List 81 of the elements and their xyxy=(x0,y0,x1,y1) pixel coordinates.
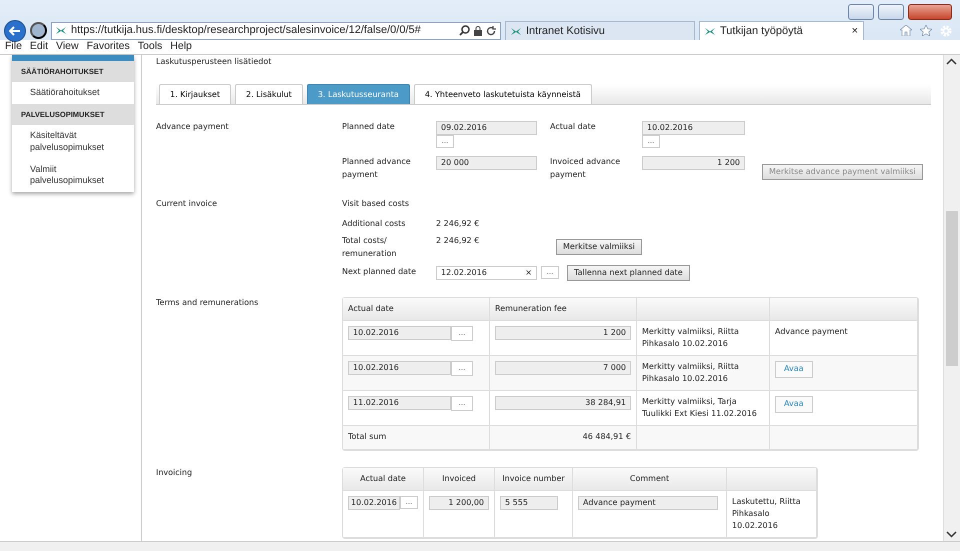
total-label: Total sum xyxy=(343,426,490,450)
input-field[interactable]: 09.02.2016 xyxy=(436,121,537,135)
section-label: Invoicing xyxy=(156,466,194,479)
star-icon[interactable] xyxy=(920,24,932,36)
column-header: Actual date xyxy=(343,298,490,321)
date-field[interactable]: 12.02.2016 × xyxy=(436,266,537,280)
mark-done-button: Merkitse advance payment valmiiksi xyxy=(762,164,923,180)
status-text: Merkitty valmiiksi, Riitta Pihkasalo 10.02.2016 xyxy=(637,356,770,391)
forward-button[interactable] xyxy=(30,22,47,39)
page-tab[interactable]: 1. Kirjaukset xyxy=(159,84,231,104)
url-text: https://tutkija.hus.fi/desktop/researchproject/salesinvoice/12/false/0/0/5# xyxy=(71,23,422,38)
page-tab[interactable]: 4. Yhteenveto laskutetuista käynneistä xyxy=(414,84,592,104)
close-button[interactable] xyxy=(908,4,952,20)
site-logo-icon xyxy=(56,26,67,35)
field-label: Planned advance payment xyxy=(342,156,412,181)
clear-button[interactable]: × xyxy=(525,266,532,279)
menu-item[interactable]: File xyxy=(0,39,25,55)
sidebar-item[interactable]: Valmiit palvelusopimukset xyxy=(12,158,134,192)
back-button[interactable] xyxy=(4,20,26,42)
field-label: Additional costs xyxy=(342,218,406,230)
input-field[interactable]: Advance payment xyxy=(578,496,718,510)
tab-title: Tutkijan työpöytä xyxy=(720,24,804,39)
input-field[interactable]: 1 200 xyxy=(495,326,631,340)
column-header: Invoice number xyxy=(495,468,573,491)
home-icon[interactable] xyxy=(900,24,912,36)
amount-text: 2 246,92 € xyxy=(436,218,480,230)
tab-title: Intranet Kotisivu xyxy=(526,24,606,39)
sidebar-item[interactable]: Säätiörahoitukset xyxy=(12,82,134,104)
column-header: Actual date xyxy=(343,468,424,491)
input-field[interactable]: 10.02.2016 xyxy=(642,121,745,135)
mark-done-button[interactable]: Merkitse valmiiksi xyxy=(556,239,642,256)
input-field[interactable]: 20 000 xyxy=(436,156,537,170)
field-label: Total costs/ remuneration xyxy=(342,235,398,260)
field-label: Visit based costs xyxy=(342,198,410,210)
save-date-button[interactable]: Tallenna next planned date xyxy=(567,264,690,281)
section-label: Advance payment xyxy=(156,121,230,133)
menu-item[interactable]: Favorites xyxy=(82,39,133,55)
sidebar-item[interactable]: Käsiteltävät palvelusopimukset xyxy=(12,125,134,159)
search-icon xyxy=(459,25,470,36)
input-field[interactable]: 7 000 xyxy=(495,360,631,375)
site-logo-icon xyxy=(705,26,716,36)
page-title: Laskutusperusteen lisätiedot xyxy=(156,56,272,68)
menu-item[interactable]: Help xyxy=(165,39,195,55)
browser-tab[interactable]: Tutkijan työpöytä × xyxy=(699,21,864,40)
section-label: Current invoice xyxy=(156,198,218,210)
input-field[interactable]: 10.02.2016 xyxy=(348,360,451,375)
input-field[interactable]: 1 200,00 xyxy=(429,496,489,510)
minimize-button[interactable] xyxy=(848,4,874,20)
column-header: Comment xyxy=(573,468,727,491)
column-header: Invoiced xyxy=(424,468,495,491)
field-label: Actual date xyxy=(550,121,597,133)
field-label: Planned date xyxy=(342,121,396,133)
input-field[interactable]: 5 555 xyxy=(500,496,558,510)
input-field[interactable]: 10.02.2016 xyxy=(348,496,400,510)
address-bar[interactable]: https://tutkija.hus.fi/desktop/researchproject/salesinvoice/12/false/0/0/5# xyxy=(51,22,501,40)
input-field[interactable]: 1 200 xyxy=(642,156,745,170)
browser-tab[interactable]: Intranet Kotisivu xyxy=(505,21,695,40)
field-label: Invoiced advance payment xyxy=(550,156,622,181)
input-field[interactable]: 11.02.2016 xyxy=(348,396,451,410)
open-button[interactable]: Avaa xyxy=(775,360,813,378)
site-logo-icon xyxy=(511,26,522,36)
amount-text: 2 246,92 € xyxy=(436,235,480,248)
total-amount: 46 484,91 € xyxy=(490,426,637,450)
status-text: Laskutettu, Riitta Pihkasalo 10.02.2016 xyxy=(727,490,817,538)
tab-close-button[interactable]: × xyxy=(852,22,858,40)
row-note: Advance payment xyxy=(775,326,848,336)
field-label: Next planned date xyxy=(342,266,418,278)
menu-item[interactable]: View xyxy=(51,39,82,55)
input-field[interactable]: 10.02.2016 xyxy=(348,326,451,340)
menu-item[interactable]: Edit xyxy=(24,39,52,55)
menu-item[interactable]: Tools xyxy=(132,39,166,55)
page-tab[interactable]: 2. Lisäkulut xyxy=(235,84,303,104)
refresh-icon xyxy=(486,26,496,36)
back-arrow-icon xyxy=(9,26,21,36)
column-header: Remuneration fee xyxy=(490,298,637,321)
input-field[interactable]: 38 284,91 xyxy=(495,396,631,410)
open-button[interactable]: Avaa xyxy=(775,396,813,413)
section-label: Terms and remunerations xyxy=(156,296,260,309)
scrollbar-thumb[interactable] xyxy=(946,211,958,366)
maximize-button[interactable] xyxy=(878,4,904,20)
lock-icon xyxy=(474,26,482,36)
